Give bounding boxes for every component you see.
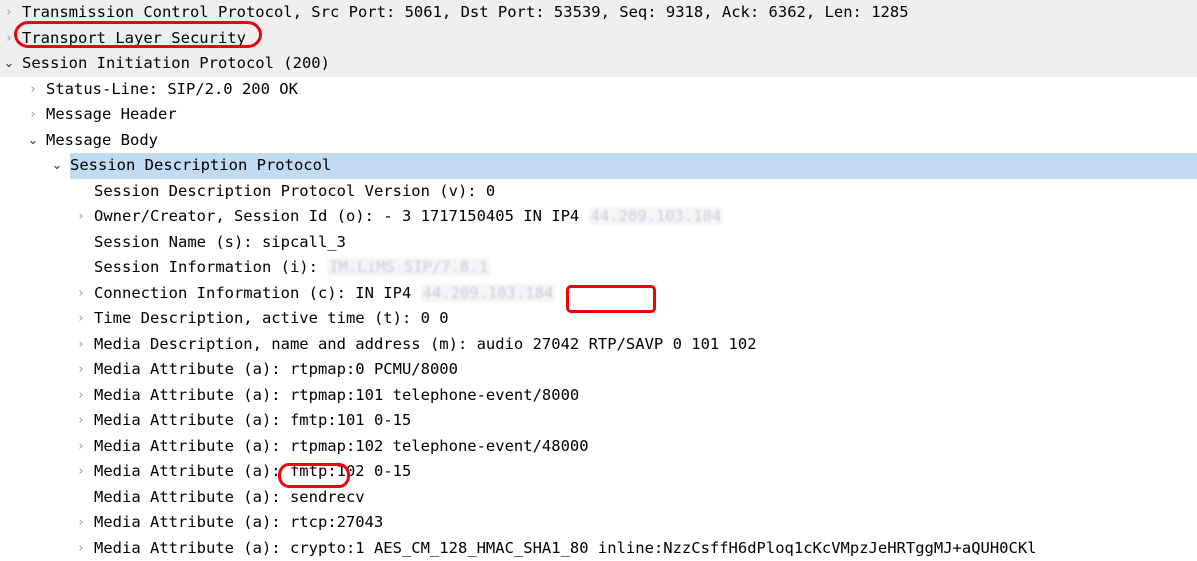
tree-row-content: ›Transport Layer Security [0,26,1197,52]
chevron-down-icon[interactable]: ⌄ [26,128,40,154]
chevron-right-icon[interactable]: › [74,459,88,485]
tree-row-tcp[interactable]: ›Transmission Control Protocol, Src Port… [0,0,1197,26]
tree-row-sdp-attr-crypto[interactable]: ›Media Attribute (a): crypto:1 AES_CM_12… [0,536,1197,561]
tree-row-sip[interactable]: ⌄Session Initiation Protocol (200) [0,51,1197,77]
tree-row-label: Media Attribute (a): fmtp:102 0-15 [94,459,411,485]
tree-row-label: Session Name (s): sipcall_3 [94,230,346,256]
tree-row-label: Time Description, active time (t): 0 0 [94,306,449,332]
tree-row-message-body[interactable]: ⌄Message Body [0,128,1197,154]
tree-row-sdp-media-description[interactable]: ›Media Description, name and address (m)… [0,332,1197,358]
tree-row-content: ›Media Attribute (a): rtpmap:102 telepho… [0,434,1197,460]
tree-row-label: Media Description, name and address (m):… [94,332,757,358]
chevron-right-icon[interactable]: › [74,204,88,230]
tree-row-label: Message Body [46,128,158,154]
tree-row-content: Session Name (s): sipcall_3 [0,230,1197,256]
tree-row-content: ›Time Description, active time (t): 0 0 [0,306,1197,332]
no-expander-spacer [74,179,88,205]
no-expander-spacer [74,230,88,256]
chevron-right-icon[interactable]: › [74,306,88,332]
no-expander-spacer [74,255,88,281]
tree-row-content: ⌄Session Initiation Protocol (200) [0,51,1197,77]
chevron-right-icon[interactable]: › [74,281,88,307]
tree-row-sdp-owner[interactable]: ›Owner/Creator, Session Id (o): - 3 1717… [0,204,1197,230]
tree-row-content: ›Media Attribute (a): fmtp:101 0-15 [0,408,1197,434]
tree-row-tls[interactable]: ›Transport Layer Security [0,26,1197,52]
redacted-value: 44.209.103.184 [589,207,724,225]
tree-row-label: Status-Line: SIP/2.0 200 OK [46,77,298,103]
tree-row-sdp-attr-sendrecv[interactable]: Media Attribute (a): sendrecv [0,485,1197,511]
tree-row-content: ⌄Message Body [0,128,1197,154]
tree-row-label: Media Attribute (a): rtpmap:0 PCMU/8000 [94,357,458,383]
packet-detail-tree: ›Transmission Control Protocol, Src Port… [0,0,1197,505]
tree-row-label: Session Description Protocol [70,153,331,179]
chevron-right-icon[interactable]: › [74,332,88,358]
tree-row-label: Media Attribute (a): rtpmap:101 telephon… [94,383,579,409]
tree-row-content: ›Media Attribute (a): crypto:1 AES_CM_12… [0,536,1197,561]
tree-row-sdp-attr-rtpmap-102[interactable]: ›Media Attribute (a): rtpmap:102 telepho… [0,434,1197,460]
tree-row-content: Session Information (i): IM.LiMS SIP/7.8… [0,255,1197,281]
tree-row-label: Owner/Creator, Session Id (o): - 3 17171… [94,204,723,230]
tree-row-sdp[interactable]: ⌄Session Description Protocol [0,153,1197,179]
chevron-right-icon[interactable]: › [2,0,16,26]
tree-row-status-line[interactable]: ›Status-Line: SIP/2.0 200 OK [0,77,1197,103]
chevron-right-icon[interactable]: › [74,434,88,460]
tree-row-label: Media Attribute (a): rtpmap:102 telephon… [94,434,589,460]
tree-row-sdp-connection-information[interactable]: ›Connection Information (c): IN IP4 44.2… [0,281,1197,307]
tree-row-label: Media Attribute (a): rtcp:27043 [94,510,383,536]
tree-row-content: Media Attribute (a): sendrecv [0,485,1197,511]
tree-row-content: ›Media Attribute (a): rtpmap:101 telepho… [0,383,1197,409]
tree-row-content: ›Media Attribute (a): rtcp:27043 [0,510,1197,536]
chevron-down-icon[interactable]: ⌄ [50,153,64,179]
tree-row-label: Transmission Control Protocol, Src Port:… [22,0,909,26]
tree-row-content: ›Connection Information (c): IN IP4 44.2… [0,281,1197,307]
redacted-value: 44.209.103.184 [421,284,556,302]
tree-row-label: Transport Layer Security [22,26,246,52]
tree-row-sdp-attr-rtpmap-101[interactable]: ›Media Attribute (a): rtpmap:101 telepho… [0,383,1197,409]
tree-row-sdp-version[interactable]: Session Description Protocol Version (v)… [0,179,1197,205]
no-expander-spacer [74,485,88,511]
tree-row-content: ›Owner/Creator, Session Id (o): - 3 1717… [0,204,1197,230]
tree-row-content: ›Transmission Control Protocol, Src Port… [0,0,1197,26]
redacted-value: IM.LiMS SIP/7.8.1 [327,258,490,276]
chevron-down-icon[interactable]: ⌄ [2,51,16,77]
chevron-right-icon[interactable]: › [74,408,88,434]
tree-row-content: ›Status-Line: SIP/2.0 200 OK [0,77,1197,103]
tree-row-label: Media Attribute (a): fmtp:101 0-15 [94,408,411,434]
tree-row-content: ⌄Session Description Protocol [0,153,1197,179]
tree-row-label: Session Description Protocol Version (v)… [94,179,495,205]
tree-row-content: ›Media Attribute (a): fmtp:102 0-15 [0,459,1197,485]
tree-row-content: Session Description Protocol Version (v)… [0,179,1197,205]
tree-row-label: Media Attribute (a): sendrecv [94,485,365,511]
tree-row-content: ›Message Header [0,102,1197,128]
tree-row-label: Session Initiation Protocol (200) [22,51,330,77]
tree-row-label: Session Information (i): IM.LiMS SIP/7.8… [94,255,490,281]
chevron-right-icon[interactable]: › [74,536,88,561]
tree-row-label: Media Attribute (a): crypto:1 AES_CM_128… [94,536,1037,561]
tree-row-sdp-attr-fmtp-102[interactable]: ›Media Attribute (a): fmtp:102 0-15 [0,459,1197,485]
tree-row-message-header[interactable]: ›Message Header [0,102,1197,128]
tree-row-label: Connection Information (c): IN IP4 44.20… [94,281,555,307]
chevron-right-icon[interactable]: › [74,357,88,383]
chevron-right-icon[interactable]: › [74,383,88,409]
chevron-right-icon[interactable]: › [2,26,16,52]
tree-row-label: Message Header [46,102,177,128]
tree-row-sdp-attr-rtcp[interactable]: ›Media Attribute (a): rtcp:27043 [0,510,1197,536]
tree-row-sdp-time-description[interactable]: ›Time Description, active time (t): 0 0 [0,306,1197,332]
tree-row-sdp-attr-fmtp-101[interactable]: ›Media Attribute (a): fmtp:101 0-15 [0,408,1197,434]
chevron-right-icon[interactable]: › [26,77,40,103]
chevron-right-icon[interactable]: › [26,102,40,128]
tree-row-content: ›Media Description, name and address (m)… [0,332,1197,358]
tree-row-sdp-session-name[interactable]: Session Name (s): sipcall_3 [0,230,1197,256]
tree-row-content: ›Media Attribute (a): rtpmap:0 PCMU/8000 [0,357,1197,383]
tree-row-sdp-session-information[interactable]: Session Information (i): IM.LiMS SIP/7.8… [0,255,1197,281]
chevron-right-icon[interactable]: › [74,510,88,536]
tree-row-sdp-attr-rtpmap-0[interactable]: ›Media Attribute (a): rtpmap:0 PCMU/8000 [0,357,1197,383]
